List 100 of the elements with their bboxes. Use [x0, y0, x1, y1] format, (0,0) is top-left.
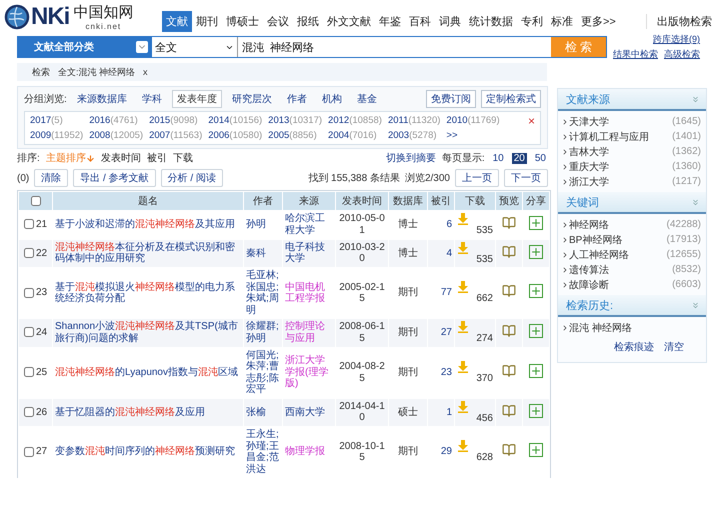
collapse-icon[interactable] [691, 198, 700, 206]
switch-abstract-link[interactable]: 切换到摘要 [386, 151, 436, 165]
nav-tab[interactable]: 年鉴 [375, 11, 405, 32]
action-button[interactable]: 清除 [34, 169, 68, 187]
download-icon[interactable] [457, 360, 469, 373]
download-icon[interactable] [457, 281, 469, 294]
book-icon[interactable] [502, 364, 516, 378]
group-tab[interactable]: 学科 [136, 90, 167, 108]
source-link[interactable]: 物理学报 [285, 446, 333, 458]
search-option-link[interactable]: 结果中检索 [613, 48, 658, 61]
citation-count[interactable]: 23 [430, 366, 452, 378]
year-filter-link[interactable]: 2003(5278) [388, 130, 440, 141]
year-filter-link[interactable]: 2010(11769) [446, 115, 500, 127]
nav-tab[interactable]: 百科 [405, 11, 435, 32]
nav-tab[interactable]: 报纸 [293, 11, 323, 32]
book-icon[interactable] [502, 404, 516, 418]
cross-database-link[interactable]: 跨库选择(9) [653, 33, 700, 46]
nav-tab[interactable]: 期刊 [192, 11, 222, 32]
close-button[interactable]: × [528, 115, 535, 127]
row-checkbox[interactable] [24, 446, 34, 457]
previous-page-button[interactable]: 上一页 [455, 169, 499, 187]
nav-tab[interactable]: 更多>> [577, 11, 620, 32]
plus-icon[interactable] [529, 364, 543, 378]
book-icon[interactable] [502, 244, 516, 258]
history-link[interactable]: 检索痕迹 [614, 340, 654, 354]
author-link[interactable]: 孙明 [246, 219, 280, 230]
author-link[interactable]: 徐耀群;孙明 [246, 321, 280, 344]
download-icon[interactable] [457, 440, 469, 452]
search-field[interactable]: 混沌 神经网络 [238, 37, 551, 57]
more-years-link[interactable]: >> [446, 130, 500, 141]
year-filter-link[interactable]: 2011(11320) [388, 115, 440, 127]
category-dropdown[interactable]: 文献全部分类 [18, 37, 152, 57]
article-title-link[interactable]: 混沌神经网络的Lyapunov指数与混沌区域 [55, 366, 241, 378]
nav-tab[interactable]: 标准 [547, 11, 577, 32]
row-checkbox[interactable] [24, 248, 34, 258]
article-title-link[interactable]: 基于小波和迟滞的混沌神经网络及其应用 [55, 219, 241, 230]
next-page-button[interactable]: 下一页 [504, 169, 548, 187]
filter-item[interactable]: BP神经网络 (17913) [558, 232, 706, 247]
plus-icon[interactable] [529, 244, 543, 258]
year-filter-link[interactable]: 2013(10317) [268, 115, 322, 127]
article-title-link[interactable]: 混沌神经网络本征分析及在模式识别和密码体制中的应用研究 [55, 242, 241, 265]
book-icon[interactable] [502, 443, 516, 458]
download-icon[interactable] [457, 213, 469, 225]
nav-tab[interactable]: 会议 [263, 11, 293, 32]
nav-tab[interactable]: 文献 [162, 11, 192, 32]
group-tab[interactable]: 机构 [316, 90, 347, 108]
subscribe-button[interactable]: 定制检索式 [481, 90, 541, 108]
plus-icon[interactable] [529, 443, 543, 458]
remove-query-button[interactable]: x [143, 67, 148, 77]
action-button[interactable]: 导出 / 参考文献 [73, 169, 156, 187]
filter-item[interactable]: 故障诊断 (6603) [558, 277, 706, 292]
article-title-link[interactable]: 基于混沌模拟退火神经网络模型的电力系统经济负荷分配 [55, 282, 241, 304]
group-tab[interactable]: 来源数据库 [72, 90, 132, 108]
filter-item[interactable]: 神经网络 (42288) [558, 217, 706, 232]
year-filter-link[interactable]: 2006(10580) [208, 130, 262, 141]
collapse-icon[interactable] [691, 300, 700, 310]
filter-item[interactable]: 天津大学 (1645) [558, 114, 706, 129]
source-link[interactable]: 哈尔滨工程大学 [285, 213, 333, 236]
field-select[interactable]: 全文 [152, 37, 238, 57]
filter-item[interactable]: 遗传算法 (8532) [558, 262, 706, 277]
nav-tab[interactable]: 词典 [435, 11, 465, 32]
sort-option[interactable]: 发表时间 [100, 151, 141, 165]
source-link[interactable]: 浙江大学学报(理学版) [285, 355, 333, 390]
action-button[interactable]: 分析 / 阅读 [160, 169, 223, 187]
citation-count[interactable]: 6 [430, 219, 452, 230]
author-link[interactable]: 王永生;孙瑾;王昌金;范洪达 [246, 429, 280, 475]
group-tab[interactable]: 发表年度 [172, 90, 222, 108]
per-page-option[interactable]: 20 [512, 152, 527, 164]
row-checkbox[interactable] [24, 406, 34, 417]
book-icon[interactable] [502, 324, 516, 338]
nav-tab[interactable]: 统计数据 [465, 11, 517, 32]
year-filter-link[interactable]: 2015(9098) [149, 115, 202, 127]
subscribe-button[interactable]: 免费订阅 [426, 90, 476, 108]
collapse-icon[interactable] [691, 94, 700, 104]
publication-search-link[interactable]: 出版物检索 [646, 14, 720, 29]
sort-option[interactable]: 被引 [146, 151, 167, 165]
year-filter-link[interactable]: 2012(10858) [328, 115, 382, 127]
filter-item[interactable]: 重庆大学 (1360) [558, 159, 706, 174]
row-checkbox[interactable] [24, 288, 34, 298]
per-page-option[interactable]: 10 [490, 152, 506, 164]
year-filter-link[interactable]: 2005(8856) [268, 130, 322, 141]
filter-item[interactable]: 浙江大学 (1217) [558, 174, 706, 189]
book-icon[interactable] [502, 216, 516, 230]
nav-tab[interactable]: 专利 [517, 11, 547, 32]
citation-count[interactable]: 77 [430, 287, 452, 299]
source-link[interactable]: 控制理论与应用 [285, 321, 333, 344]
group-tab[interactable]: 作者 [282, 90, 312, 108]
group-tab[interactable]: 研究层次 [226, 90, 277, 108]
year-filter-link[interactable]: 2014(10156) [208, 115, 262, 127]
sort-option[interactable]: 下载 [172, 151, 193, 165]
select-all-checkbox[interactable] [31, 196, 41, 206]
author-link[interactable]: 毛亚林;张国忠;朱斌;周明 [246, 270, 280, 316]
source-link[interactable]: 电子科技大学 [285, 242, 333, 265]
year-filter-link[interactable]: 2008(12005) [89, 130, 144, 141]
article-title-link[interactable]: 变参数混沌时间序列的神经网络预测研究 [55, 446, 241, 458]
year-filter-link[interactable]: 2016(4761) [89, 115, 144, 127]
filter-item[interactable]: 计算机工程与应用 (1401) [558, 129, 706, 144]
author-link[interactable]: 何国光;朱萍;曹志彤;陈宏平 [246, 350, 280, 396]
row-checkbox[interactable] [24, 327, 34, 338]
nav-tab[interactable]: 博硕士 [222, 11, 263, 32]
